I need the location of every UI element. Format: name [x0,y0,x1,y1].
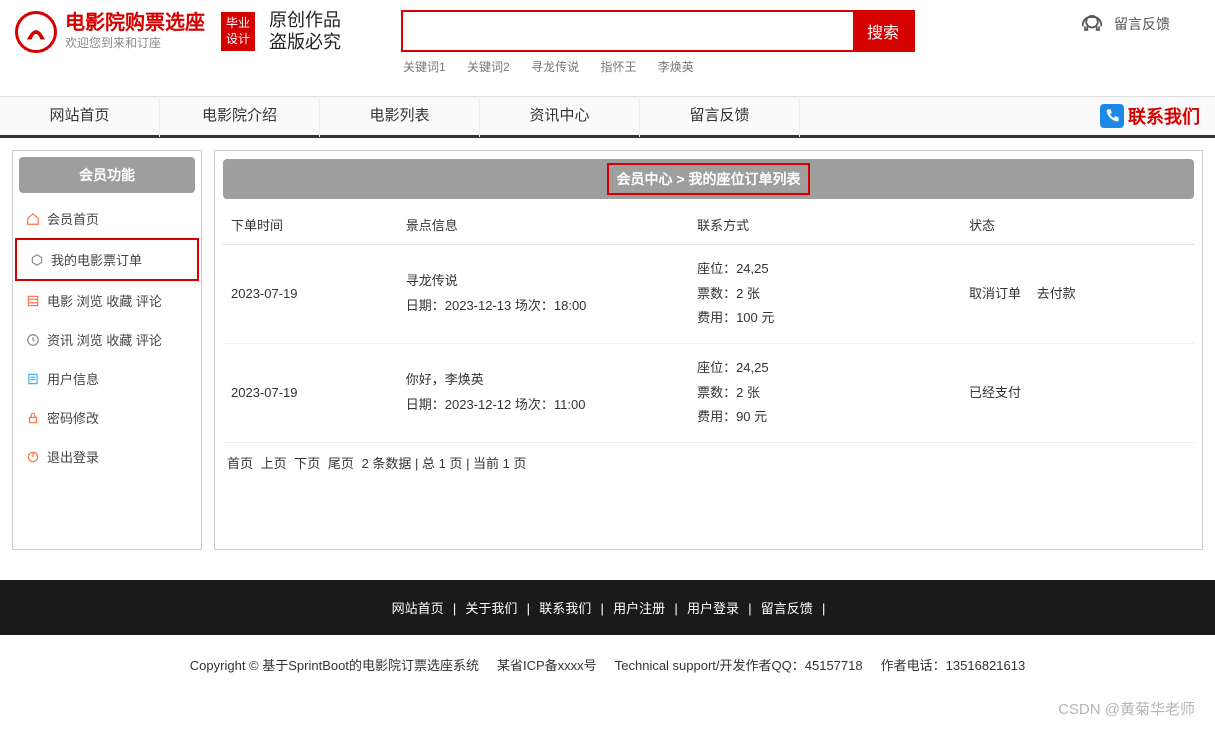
footer-link[interactable]: 留言反馈 [761,601,813,616]
sidebar-item-label: 会员首页 [47,209,99,228]
sidebar-user-info[interactable]: 用户信息 [13,359,201,398]
go-pay-link[interactable]: 去付款 [1037,286,1076,301]
footer-nav: 网站首页 | 关于我们 | 联系我们 | 用户注册 | 用户登录 | 留言反馈 … [0,580,1215,635]
site-subtitle: 欢迎您到来和订座 [65,34,205,51]
cell-spot-info: 你好，李焕英 日期：2023-12-12 场次：11:00 [398,344,689,443]
footer-link[interactable]: 用户登录 [687,601,739,616]
site-title: 电影院购票选座 [65,12,205,34]
cart-icon [29,252,45,268]
page-summary: 2 条数据 | 总 1 页 | 当前 1 页 [362,456,527,471]
cell-status: 取消订单 去付款 [961,245,1194,344]
sidebar-item-label: 我的电影票订单 [51,250,142,269]
page-last[interactable]: 尾页 [328,456,354,471]
sidebar-item-label: 资讯 浏览 收藏 评论 [47,330,162,349]
sidebar-title: 会员功能 [19,157,195,193]
watermark: CSDN @黄菊华老师 [1058,698,1195,719]
footer-link[interactable]: 用户注册 [613,601,665,616]
cell-order-time: 2023-07-19 [223,344,398,443]
home-icon [25,211,41,227]
nav-feedback[interactable]: 留言反馈 [640,95,800,137]
originality-text: 原创作品 盗版必究 [269,10,341,53]
hot-keywords-row: 关键词1 关键词2 寻龙传说 指怀王 李焕英 [401,52,915,81]
sidebar-item-label: 退出登录 [47,447,99,466]
search-button[interactable]: 搜索 [853,12,913,50]
graduation-badge: 毕业 设计 [221,12,255,51]
breadcrumb: 会员中心 > 我的座位订单列表 [223,159,1194,199]
sidebar-movie-browse[interactable]: 电影 浏览 收藏 评论 [13,281,201,320]
table-row: 2023-07-19 寻龙传说 日期：2023-12-13 场次：18:00 座… [223,245,1194,344]
user-icon [25,371,41,387]
sidebar-member-home[interactable]: 会员首页 [13,199,201,238]
table-row: 2023-07-19 你好，李焕英 日期：2023-12-12 场次：11:00… [223,344,1194,443]
col-order-time: 下单时间 [223,205,398,245]
keyword-link[interactable]: 关键词1 [403,60,446,74]
page-prev[interactable]: 上页 [261,456,287,471]
site-logo-icon [15,11,57,53]
sidebar-my-tickets[interactable]: 我的电影票订单 [15,238,199,281]
nav-home[interactable]: 网站首页 [0,95,160,137]
clock-icon [25,332,41,348]
film-icon [25,293,41,309]
sidebar-item-label: 用户信息 [47,369,99,388]
sidebar-password[interactable]: 密码修改 [13,398,201,437]
page-first[interactable]: 首页 [227,456,253,471]
lock-icon [25,410,41,426]
col-contact: 联系方式 [689,205,961,245]
footer-link[interactable]: 关于我们 [465,601,517,616]
sidebar-item-label: 密码修改 [47,408,99,427]
cancel-order-link[interactable]: 取消订单 [969,286,1021,301]
nav-movie-list[interactable]: 电影列表 [320,95,480,137]
sidebar-logout[interactable]: 退出登录 [13,437,201,476]
keyword-link[interactable]: 寻龙传说 [531,60,579,74]
footer-link[interactable]: 联系我们 [539,601,591,616]
nav-news[interactable]: 资讯中心 [480,95,640,137]
cell-contact: 座位：24,25 票数：2 张 费用：100 元 [689,245,961,344]
cell-order-time: 2023-07-19 [223,245,398,344]
power-icon [25,449,41,465]
footer-copyright: Copyright © 基于SprintBoot的电影院订票选座系统 某省ICP… [0,635,1215,694]
cell-status: 已经支付 [961,344,1194,443]
phone-icon [1100,104,1124,128]
footer-link[interactable]: 网站首页 [392,601,444,616]
cell-contact: 座位：24,25 票数：2 张 费用：90 元 [689,344,961,443]
cell-spot-info: 寻龙传说 日期：2023-12-13 场次：18:00 [398,245,689,344]
support-agent-icon [1078,10,1106,38]
sidebar-news-browse[interactable]: 资讯 浏览 收藏 评论 [13,320,201,359]
col-status: 状态 [961,205,1194,245]
col-spot-info: 景点信息 [398,205,689,245]
nav-cinema-intro[interactable]: 电影院介绍 [160,95,320,137]
pagination: 首页 上页 下页 尾页 2 条数据 | 总 1 页 | 当前 1 页 [223,443,1194,482]
feedback-top-link[interactable]: 留言反馈 [1078,10,1200,38]
keyword-link[interactable]: 李焕英 [658,60,694,74]
keyword-link[interactable]: 关键词2 [467,60,510,74]
sidebar-item-label: 电影 浏览 收藏 评论 [47,291,162,310]
search-input[interactable] [403,12,853,50]
page-next[interactable]: 下页 [294,456,320,471]
keyword-link[interactable]: 指怀王 [600,60,636,74]
contact-us-link[interactable]: 联系我们 [1100,103,1200,129]
